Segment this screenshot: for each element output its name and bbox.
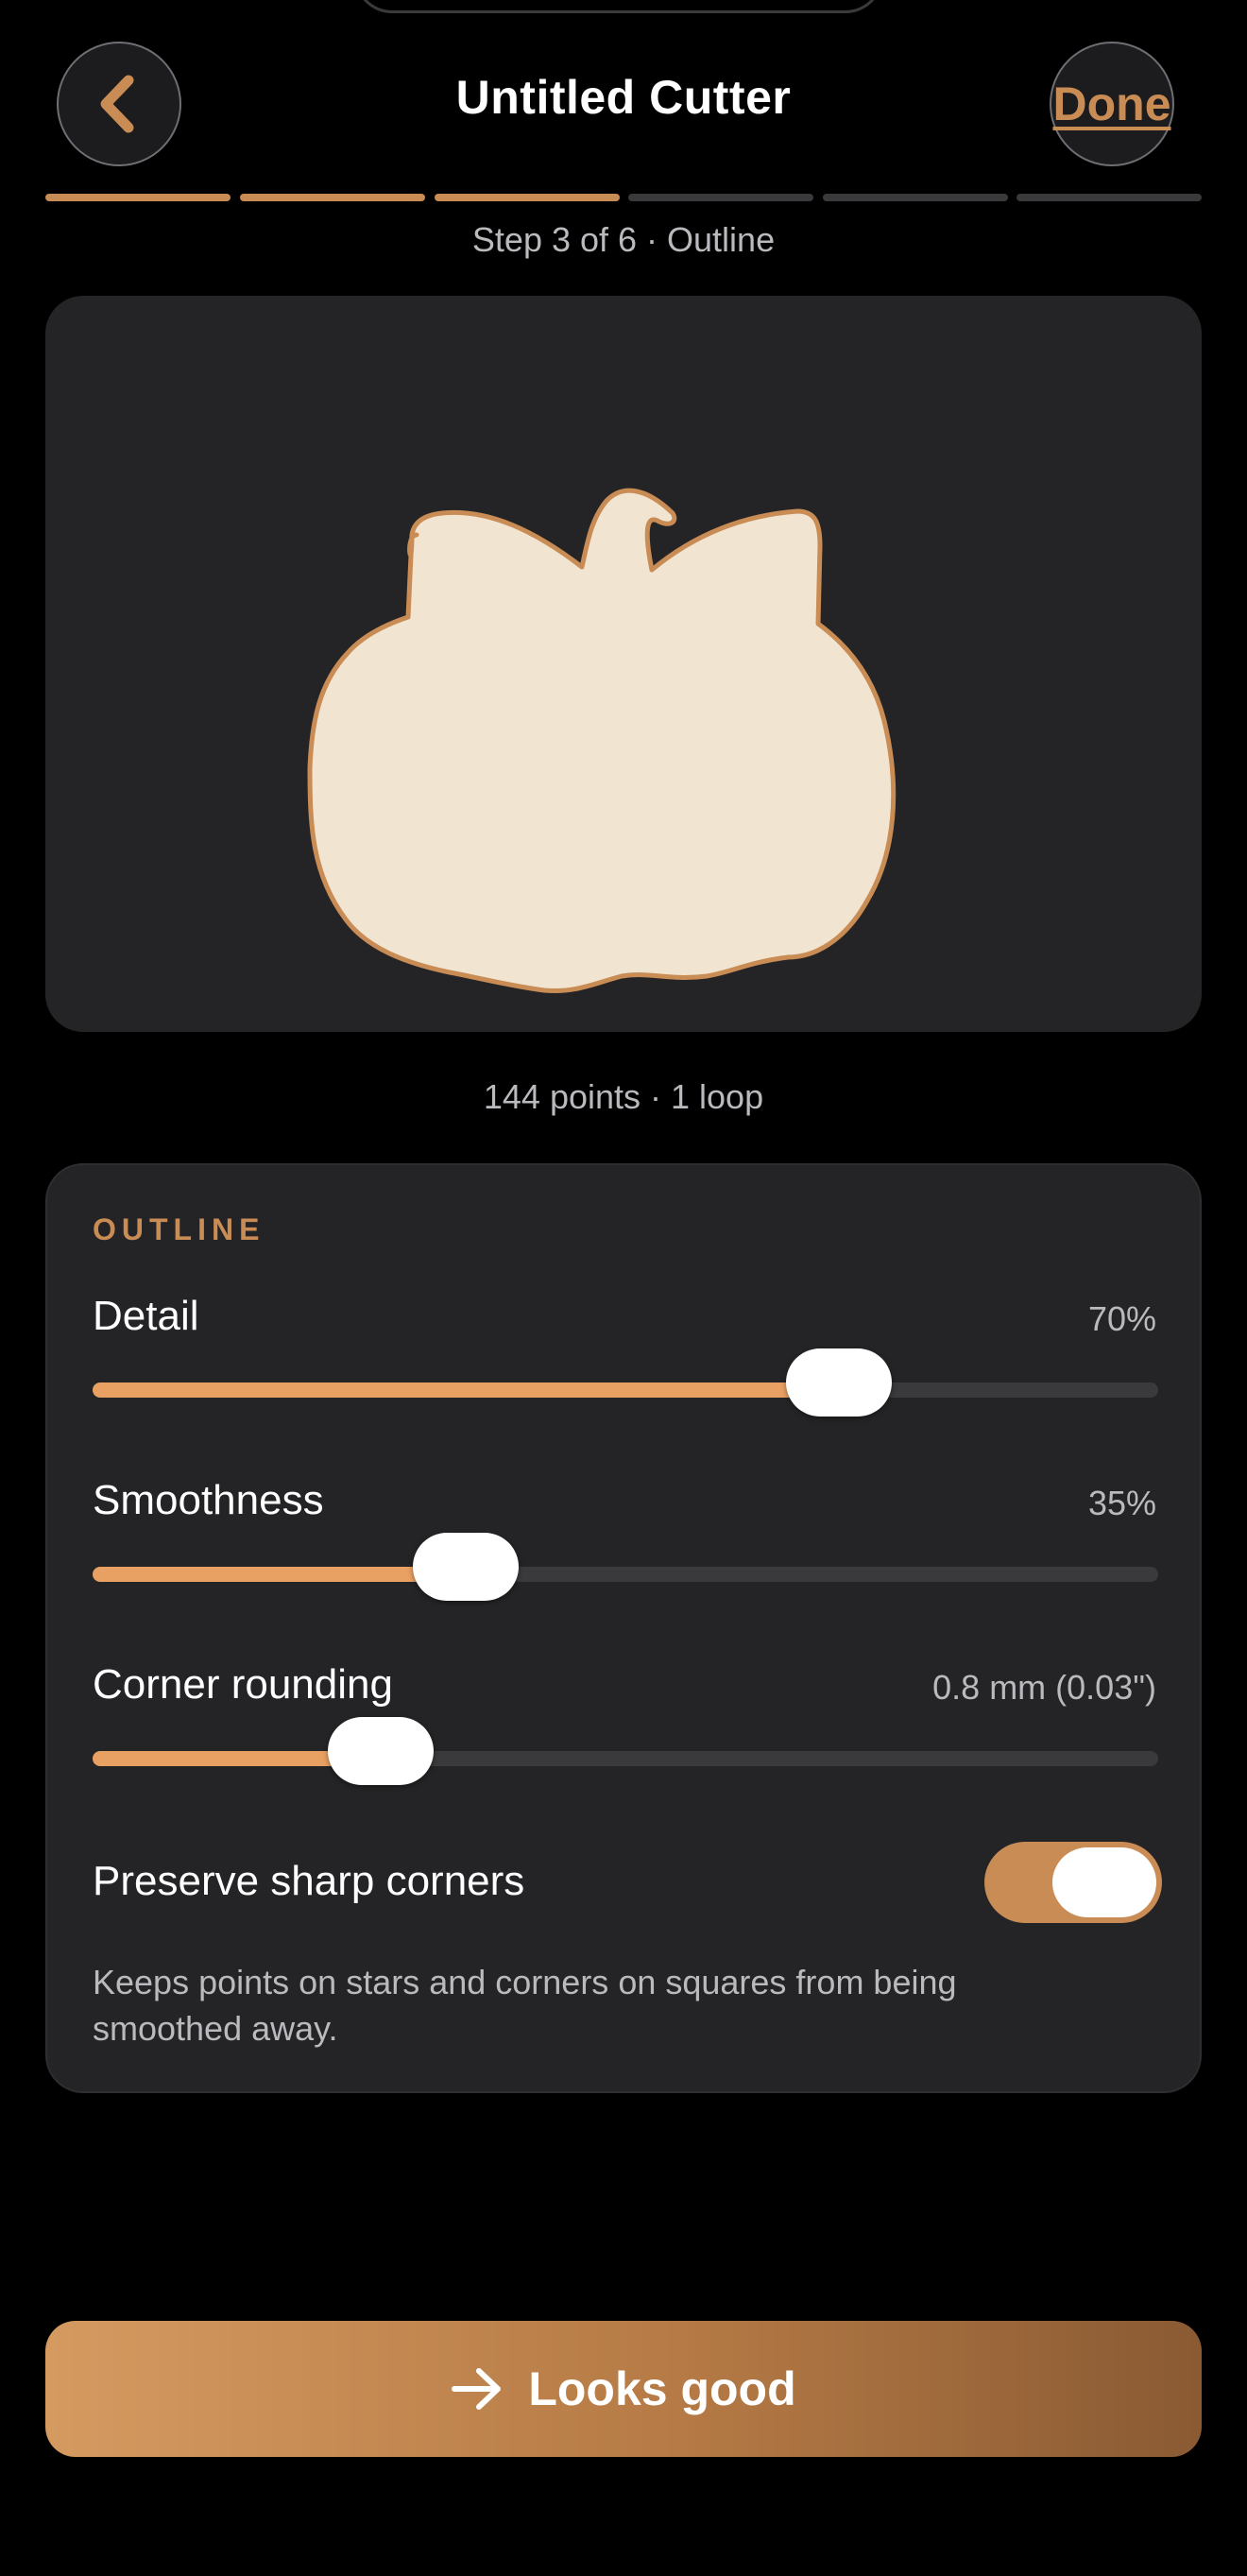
- section-title: OUTLINE: [93, 1212, 265, 1246]
- detail-label: Detail: [93, 1293, 199, 1339]
- step-label: Step 3 of 6 · Outline: [471, 220, 776, 259]
- corner-rounding-slider-thumb[interactable]: [327, 1717, 434, 1785]
- outline-settings-card: OUTLINE Detail 70% Smoothness 35% Corner…: [45, 1163, 1202, 2093]
- step-progress-bar: [45, 194, 1202, 202]
- arrow-right-icon: [452, 2368, 502, 2410]
- progress-segment-1: [45, 194, 231, 201]
- looks-good-button[interactable]: Looks good: [45, 2321, 1202, 2457]
- done-button[interactable]: Done: [1050, 42, 1174, 166]
- progress-segment-2: [240, 194, 425, 201]
- preserve-sharp-corners-label: Preserve sharp corners: [93, 1858, 525, 1904]
- detail-slider[interactable]: [93, 1348, 1158, 1417]
- progress-segment-5: [823, 194, 1008, 201]
- smoothness-slider-thumb[interactable]: [412, 1533, 519, 1601]
- outline-stats: 144 points · 1 loop: [483, 1077, 764, 1116]
- shape-preview-card: [45, 296, 1202, 1032]
- preserve-sharp-corners-help: Keeps points on stars and corners on squ…: [93, 1963, 957, 2048]
- smoothness-value: 35%: [1087, 1484, 1156, 1522]
- progress-segment-3: [435, 194, 620, 201]
- looks-good-label: Looks good: [528, 2362, 796, 2415]
- detail-slider-fill: [93, 1382, 839, 1398]
- progress-segment-6: [1016, 194, 1202, 201]
- corner-rounding-label: Corner rounding: [93, 1661, 393, 1708]
- corner-rounding-value: 0.8 mm (0.03"): [932, 1668, 1156, 1707]
- pumpkin-outline-preview: [307, 488, 897, 994]
- progress-segment-4: [628, 194, 813, 201]
- smoothness-slider-fill: [93, 1567, 466, 1582]
- detail-value: 70%: [1087, 1299, 1156, 1338]
- smoothness-slider[interactable]: [93, 1533, 1158, 1601]
- preserve-sharp-corners-toggle[interactable]: [984, 1842, 1162, 1923]
- toggle-knob: [1052, 1847, 1156, 1917]
- detail-slider-thumb[interactable]: [785, 1348, 892, 1417]
- done-button-label: Done: [1052, 77, 1171, 130]
- dynamic-island: [354, 0, 883, 13]
- corner-rounding-slider[interactable]: [93, 1717, 1158, 1785]
- smoothness-label: Smoothness: [93, 1477, 324, 1523]
